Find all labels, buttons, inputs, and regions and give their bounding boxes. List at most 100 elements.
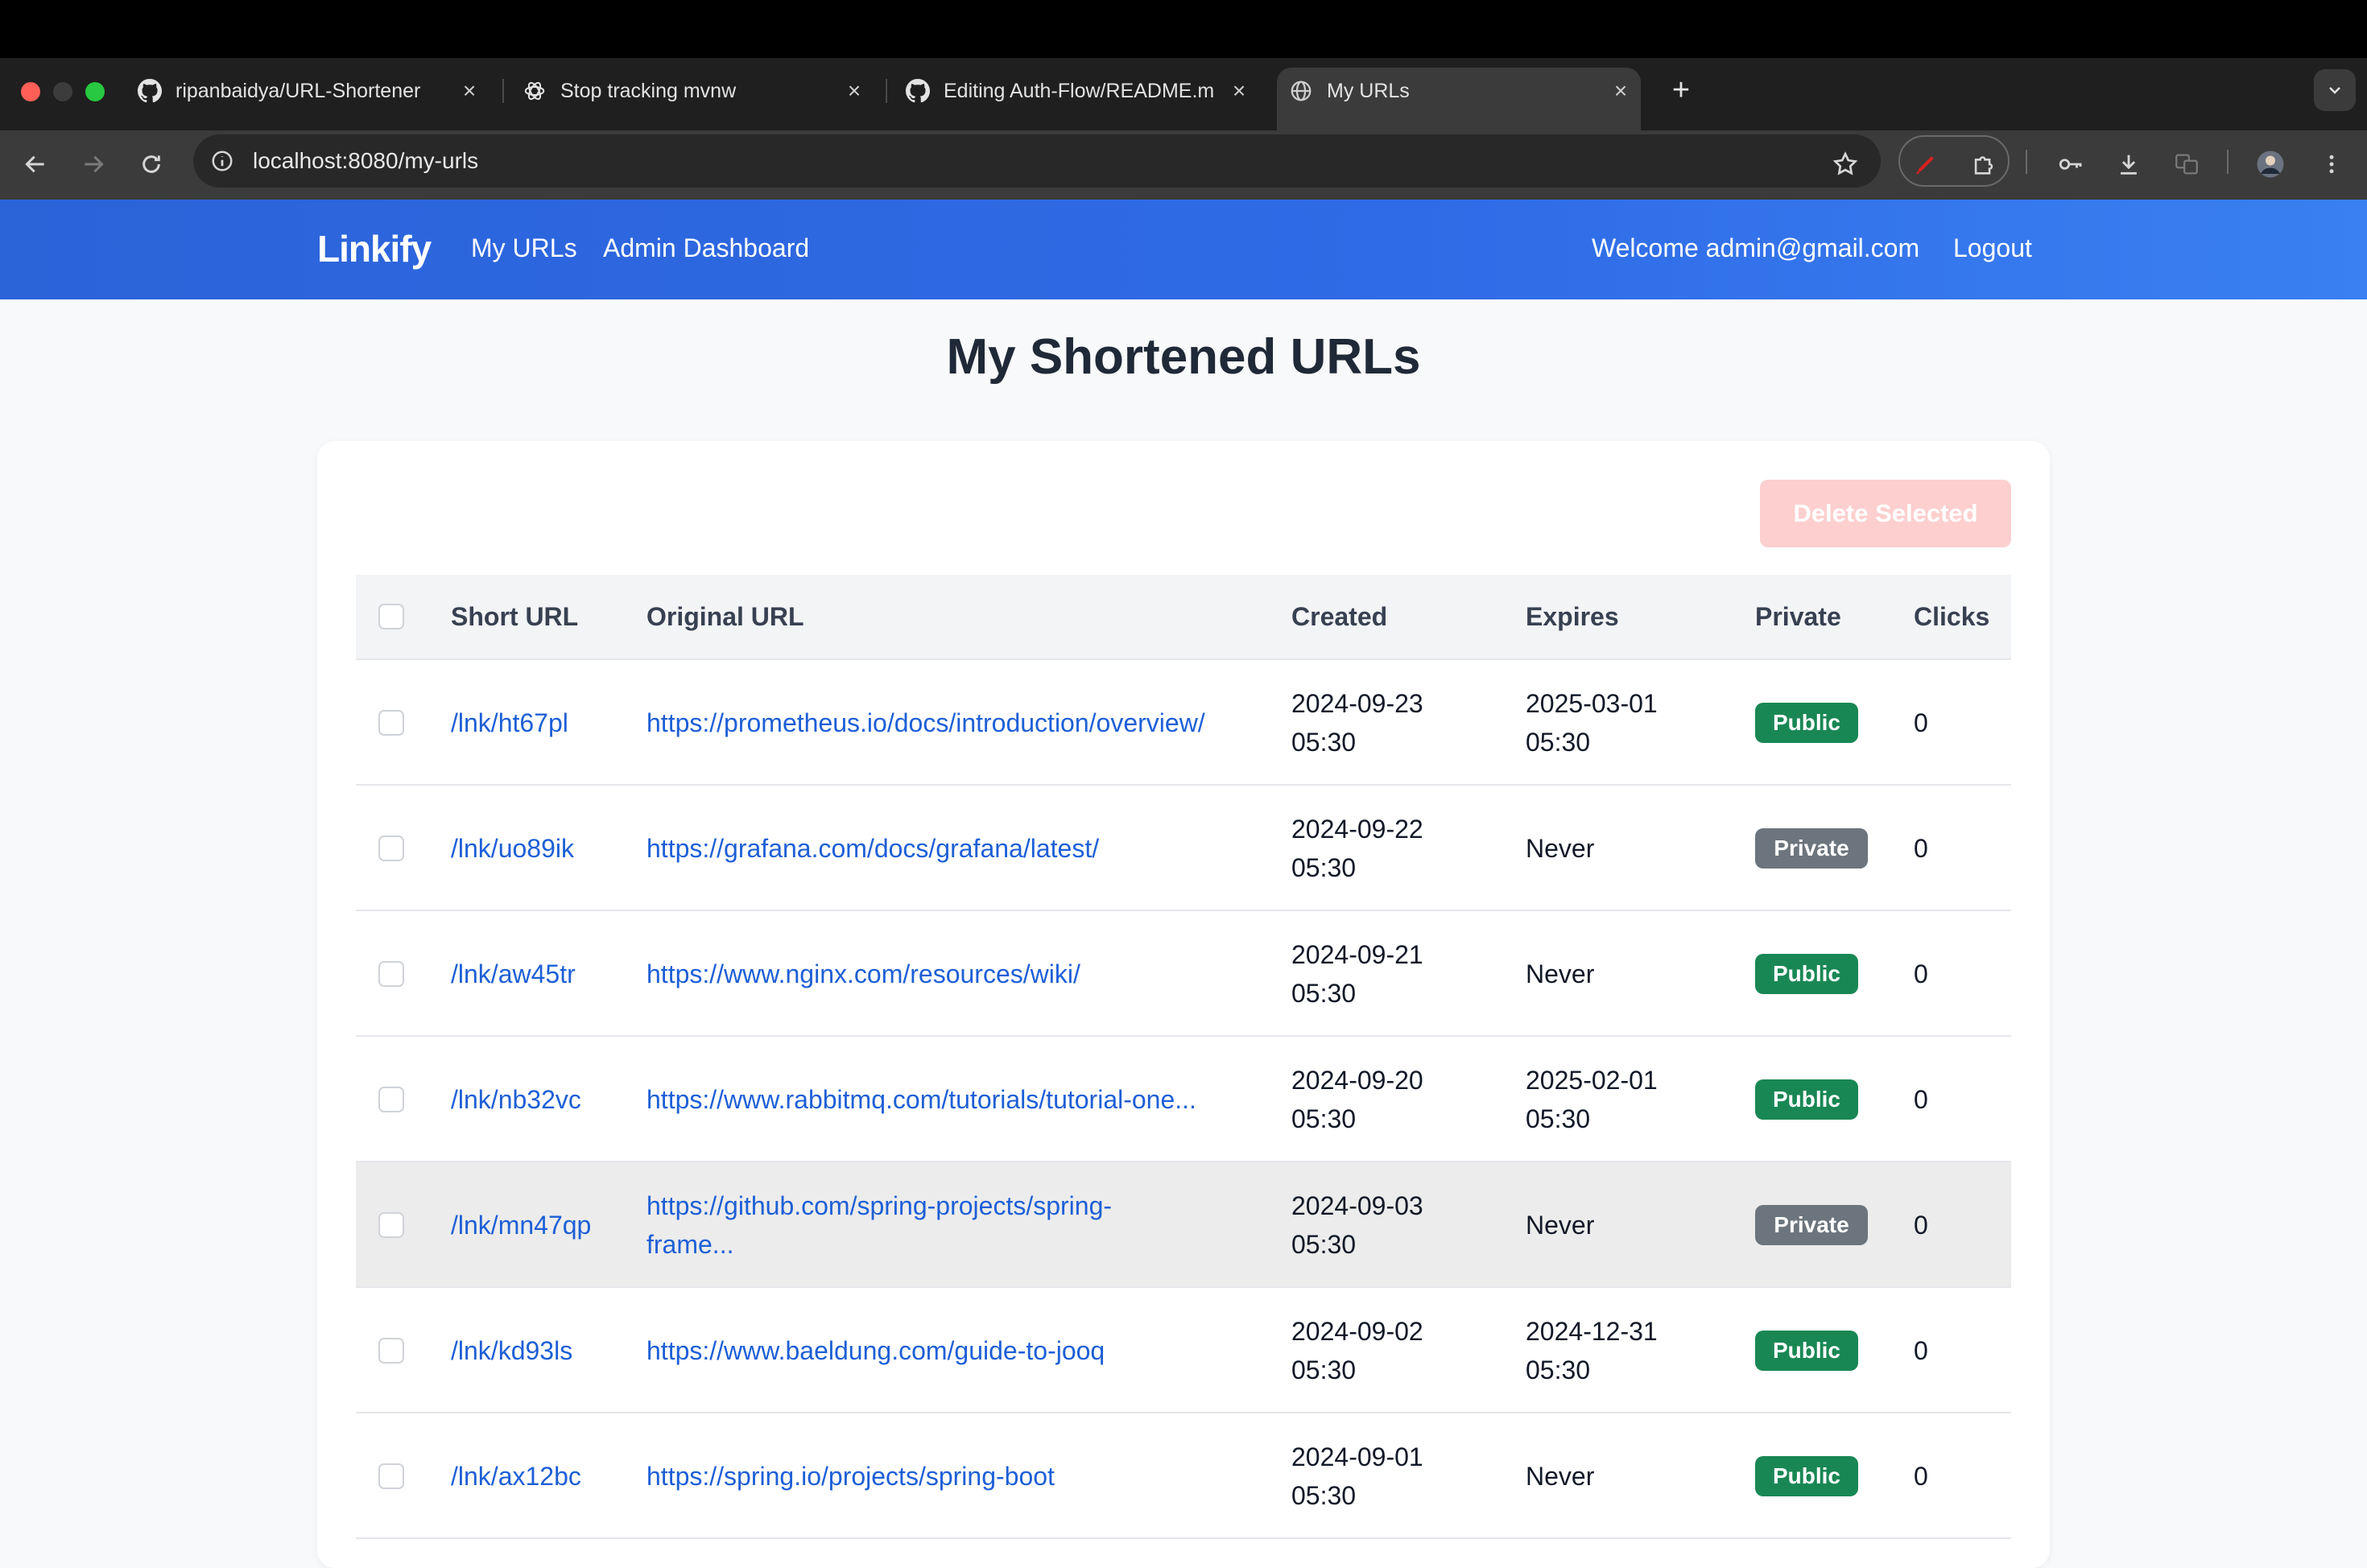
clicks-count: 0 [1914,1085,1928,1114]
original-url-link[interactable]: https://www.rabbitmq.com/tutorials/tutor… [646,1080,1196,1119]
new-tab-icon[interactable]: + [1663,72,1699,108]
short-url-link[interactable]: /lnk/aw45tr [451,955,576,993]
visibility-badge: Public [1755,954,1858,994]
profile-avatar-icon[interactable] [2251,145,2290,184]
row-checkbox[interactable] [378,836,404,861]
header-created: Created [1291,602,1388,631]
globe-icon [1288,78,1314,104]
created-time: 05:30 [1291,1355,1357,1384]
created-date: 2024-09-02 [1291,1317,1423,1346]
row-checkbox[interactable] [378,1463,404,1489]
short-url-link[interactable]: /lnk/kd93ls [451,1331,572,1370]
visibility-badge: Public [1755,1331,1858,1371]
tab-title: Stop tracking mvnw [560,79,737,102]
welcome-text: Welcome admin@gmail.com [1592,233,1920,262]
original-url-link-continued[interactable]: frame... [646,1225,733,1264]
original-url-link[interactable]: https://prometheus.io/docs/introduction/… [646,704,1205,742]
created-date: 2024-09-03 [1291,1191,1423,1220]
close-window-button[interactable] [21,82,40,101]
chatgpt-icon [522,78,547,104]
expires-time: 05:30 [1526,1104,1591,1133]
tab-separator [502,79,504,103]
expires-date: 2025-03-01 [1526,689,1658,718]
extensions-puzzle-icon[interactable] [1964,145,2003,184]
created-date: 2024-09-01 [1291,1442,1423,1471]
row-checkbox[interactable] [378,961,404,987]
tab-url-shortener[interactable]: ripanbaidya/URL-Shortener × [137,68,483,114]
clicks-count: 0 [1914,1462,1928,1491]
header-expires: Expires [1526,602,1619,631]
page-title: My Shortened URLs [946,329,1421,385]
nav-admin-dashboard[interactable]: Admin Dashboard [603,233,809,263]
reload-icon[interactable] [132,145,171,184]
password-key-icon[interactable] [2051,145,2090,184]
back-icon[interactable] [16,145,55,184]
tab-editing-readme[interactable]: Editing Auth-Flow/README.m × [905,68,1253,114]
row-checkbox[interactable] [378,1212,404,1238]
download-icon[interactable] [2109,145,2148,184]
close-tab-icon[interactable]: × [456,68,483,114]
tab-my-urls[interactable]: My URLs × [1288,68,1634,114]
short-url-link[interactable]: /lnk/ht67pl [451,704,568,742]
expires-date: Never [1526,1462,1595,1491]
close-tab-icon[interactable]: × [841,68,868,114]
created-date: 2024-09-23 [1291,689,1423,718]
forward-icon[interactable] [74,145,113,184]
expires-date: 2024-12-31 [1526,1317,1658,1346]
browser-menu-icon[interactable] [2312,145,2351,184]
chevron-down-icon[interactable] [2314,69,2356,111]
expires-time: 05:30 [1526,728,1591,757]
github-icon [905,78,931,104]
short-url-link[interactable]: /lnk/nb32vc [451,1080,581,1119]
tab-stop-tracking[interactable]: Stop tracking mvnw × [522,68,868,114]
original-url-link[interactable]: https://github.com/spring-projects/sprin… [646,1186,1112,1225]
short-url-link[interactable]: /lnk/ax12bc [451,1457,581,1496]
created-time: 05:30 [1291,979,1357,1008]
menu-bar [0,0,2367,58]
url-text[interactable]: localhost:8080/my-urls [253,145,478,177]
bookmark-star-icon[interactable] [1826,145,1865,184]
original-url-link[interactable]: https://www.nginx.com/resources/wiki/ [646,955,1080,993]
short-url-link[interactable]: /lnk/uo89ik [451,829,574,868]
created-time: 05:30 [1291,1230,1357,1259]
original-url-link[interactable]: https://grafana.com/docs/grafana/latest/ [646,829,1099,868]
short-url-link[interactable]: /lnk/mn47qp [451,1206,591,1244]
expires-date: Never [1526,834,1595,863]
tab-title: My URLs [1327,79,1410,102]
created-date: 2024-09-20 [1291,1066,1423,1095]
visibility-badge: Public [1755,1456,1858,1496]
clicks-count: 0 [1914,959,1928,988]
logout-link[interactable]: Logout [1953,233,2032,263]
close-tab-icon[interactable]: × [1607,68,1634,114]
expires-date: Never [1526,1211,1595,1240]
row-checkbox[interactable] [378,710,404,736]
header-private: Private [1755,602,1841,631]
toolbar-separator [2227,150,2229,174]
visibility-badge: Public [1755,703,1858,743]
brand-logo[interactable]: Linkify [317,227,432,270]
translate-icon[interactable] [2167,145,2206,184]
close-tab-icon[interactable]: × [1225,68,1253,114]
maximize-window-button[interactable] [85,82,105,101]
row-checkbox[interactable] [378,1338,404,1364]
created-date: 2024-09-22 [1291,815,1423,844]
pen-extension-icon[interactable] [1906,145,1945,184]
row-checkbox[interactable] [378,1087,404,1112]
expires-date: Never [1526,959,1595,988]
tab-separator [886,79,887,103]
header-clicks: Clicks [1914,602,1990,631]
visibility-badge: Private [1755,1205,1868,1245]
site-info-icon[interactable] [206,145,238,177]
tab-title: Editing Auth-Flow/README.m [944,79,1215,102]
minimize-window-button[interactable] [53,82,72,101]
select-all-checkbox[interactable] [378,604,404,629]
created-time: 05:30 [1291,1104,1357,1133]
delete-selected-button[interactable]: Delete Selected [1760,480,2011,547]
nav-my-urls[interactable]: My URLs [471,233,577,263]
visibility-badge: Public [1755,1079,1858,1120]
original-url-link[interactable]: https://www.baeldung.com/guide-to-jooq [646,1331,1105,1370]
toolbar-separator [2026,150,2027,174]
original-url-link[interactable]: https://spring.io/projects/spring-boot [646,1457,1055,1496]
github-icon [137,78,163,104]
clicks-count: 0 [1914,1336,1928,1365]
